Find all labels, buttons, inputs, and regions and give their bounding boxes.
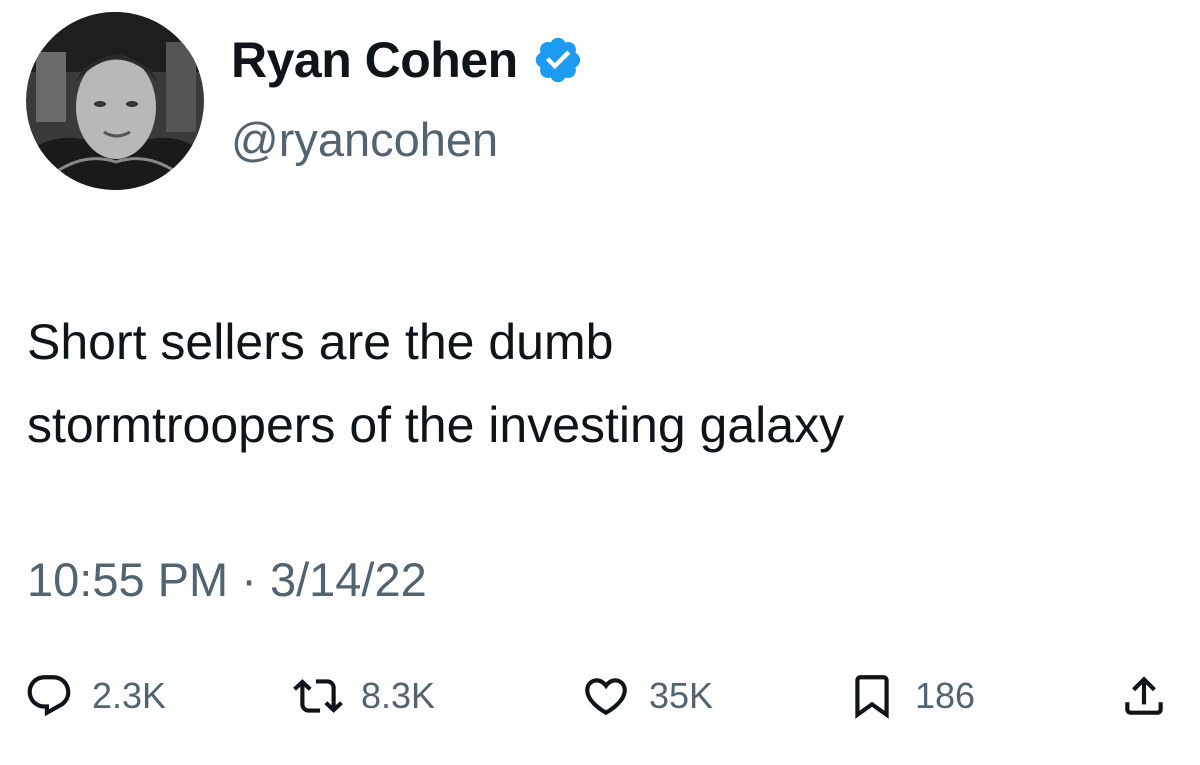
reply-count: 2.3K <box>92 675 167 716</box>
reply-icon <box>24 671 74 721</box>
heart-icon <box>581 671 631 721</box>
tweet-timestamp[interactable]: 10:55 PM · 3/14/22 <box>27 551 427 609</box>
tweet-text-line: stormtroopers of the investing galaxy <box>27 397 845 453</box>
like-button[interactable]: 35K <box>581 670 713 722</box>
display-name[interactable]: Ryan Cohen <box>231 30 584 90</box>
verified-badge-icon <box>532 34 584 86</box>
tweet-text: Short sellers are the dumb stormtroopers… <box>27 301 1177 467</box>
tweet-text-line: Short sellers are the dumb <box>27 314 614 370</box>
display-name-text: Ryan Cohen <box>231 32 518 88</box>
bookmark-button[interactable]: 186 <box>847 670 975 722</box>
share-icon <box>1119 671 1169 721</box>
like-count: 35K <box>649 675 714 716</box>
avatar-photo <box>26 12 204 190</box>
avatar[interactable] <box>26 12 204 190</box>
retweet-button[interactable]: 8.3K <box>293 670 435 722</box>
reply-button[interactable]: 2.3K <box>24 670 166 722</box>
retweet-count: 8.3K <box>361 675 436 716</box>
bookmark-icon <box>847 671 897 721</box>
retweet-icon <box>293 671 343 721</box>
share-button[interactable] <box>1119 670 1169 722</box>
bookmark-count: 186 <box>915 675 976 716</box>
user-handle[interactable]: @ryancohen <box>231 112 498 168</box>
